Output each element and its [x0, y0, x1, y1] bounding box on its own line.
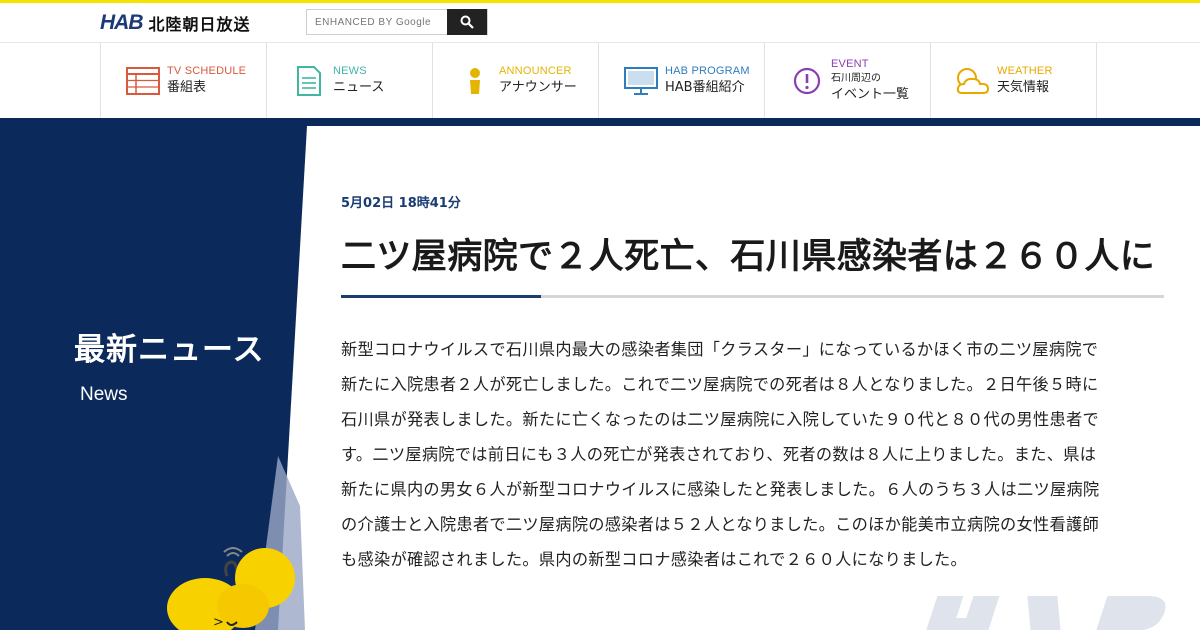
article-date: 5月02日 18時41分: [341, 196, 461, 211]
nav-label-jp: 番組表: [167, 80, 207, 95]
header-divider-bar: [0, 118, 1200, 126]
nav-label-jp-line1: 石川周辺の: [831, 73, 881, 84]
site-logo[interactable]: HAB 北陸朝日放送: [100, 11, 251, 34]
nav-item-announcer[interactable]: ANNOUNCER アナウンサー: [433, 43, 599, 118]
section-title: 最新ニュース: [74, 332, 265, 368]
logo-text: 北陸朝日放送: [148, 15, 251, 34]
search-input[interactable]: [307, 10, 448, 34]
search-button[interactable]: [447, 9, 487, 35]
article-headline: 二ツ屋病院で２人死亡、石川県感染者は２６０人に: [341, 237, 1156, 277]
hab-watermark-logo: [900, 588, 1200, 630]
nav-label-en: EVENT: [831, 58, 869, 70]
nav-label-jp: アナウンサー: [499, 80, 577, 95]
nav-label-en: NEWS: [333, 65, 367, 77]
global-nav: TV SCHEDULE 番組表 NEWS ニュース ANNOUNCER アナウン…: [0, 42, 1200, 118]
monitor-icon: [621, 63, 661, 99]
nav-label-jp: 天気情報: [997, 80, 1050, 95]
headline-divider: [341, 295, 1164, 298]
nav-label-jp: HAB番組紹介: [665, 80, 745, 95]
nav-item-hab-program[interactable]: HAB PROGRAM HAB番組紹介: [599, 43, 765, 118]
tv-schedule-grid-icon: [123, 63, 163, 99]
section-sidebar: 最新ニュース News >: [0, 126, 320, 630]
announcer-person-icon: [455, 63, 495, 99]
nav-label-en: ANNOUNCER: [499, 65, 572, 77]
weather-cloud-sun-icon: [953, 63, 993, 99]
nav-item-weather[interactable]: WEATHER 天気情報: [931, 43, 1097, 118]
headline-divider-accent: [341, 295, 541, 298]
svg-text:>: >: [213, 615, 224, 630]
news-document-icon: [289, 63, 329, 99]
nav-label-en: HAB PROGRAM: [665, 65, 750, 77]
nav-item-tv-schedule[interactable]: TV SCHEDULE 番組表: [101, 43, 267, 118]
logo-mark: HAB: [100, 11, 143, 34]
nav-label-en: WEATHER: [997, 65, 1053, 77]
section-subtitle: News: [80, 384, 128, 405]
nav-item-news[interactable]: NEWS ニュース: [267, 43, 433, 118]
search-box: [306, 9, 488, 35]
nav-label-jp-line2: イベント一覧: [831, 87, 910, 102]
nav-label-jp: ニュース: [333, 80, 385, 95]
nav-item-event[interactable]: EVENT 石川周辺の イベント一覧: [765, 43, 931, 118]
search-icon: [460, 15, 474, 29]
article-body: 新型コロナウイルスで石川県内最大の感染者集団「クラスター」になっているかほく市の…: [341, 340, 1100, 569]
top-bar: HAB 北陸朝日放送: [0, 3, 1200, 41]
nav-label-en: TV SCHEDULE: [167, 65, 247, 77]
mascot-character-icon: >: [167, 547, 295, 630]
exclamation-circle-icon: [787, 63, 827, 99]
